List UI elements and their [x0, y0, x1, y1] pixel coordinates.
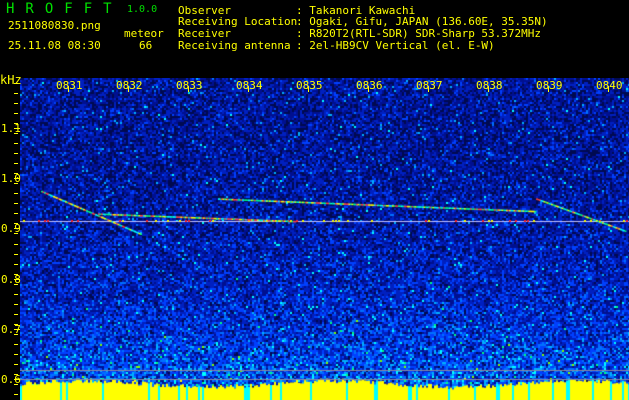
y-minor-tick: [14, 303, 18, 305]
x-tick-label: 0840: [596, 79, 623, 92]
y-minor-tick: [14, 83, 18, 84]
y-minor-tick: [14, 143, 18, 145]
x-tick: [68, 86, 69, 92]
y-minor-tick: [14, 253, 18, 255]
info-value: 2el-HB9CV Vertical (el. E-W): [309, 39, 495, 52]
x-tick: [308, 86, 309, 92]
meteor-count: 66: [139, 39, 153, 52]
x-tick: [488, 86, 489, 92]
x-tick: [428, 86, 429, 92]
x-tick-label: 0832: [116, 79, 143, 92]
y-major-tick: [14, 128, 20, 130]
y-minor-tick: [14, 363, 18, 365]
info-antenna: Receiving antenna: 2el-HB9CV Vertical (e…: [178, 39, 495, 52]
x-tick-label: 0835: [296, 79, 323, 92]
x-tick: [608, 86, 609, 92]
y-minor-tick: [14, 93, 18, 95]
x-tick: [188, 86, 189, 92]
axes: kHz 1.1 1.0 0.9 0.8 0.7 0.6 0831 0832 0833 0834 08…: [0, 70, 629, 400]
y-minor-tick: [14, 103, 18, 105]
y-minor-tick: [14, 163, 18, 165]
y-major-tick: [14, 278, 20, 280]
y-minor-tick: [14, 393, 18, 395]
y-minor-tick: [14, 293, 18, 295]
y-minor-tick: [14, 353, 18, 355]
x-tick-label: 0838: [476, 79, 503, 92]
y-major-tick: [14, 378, 20, 380]
x-tick-label: 0831: [56, 79, 83, 92]
info-key: Receiving antenna: [178, 39, 291, 52]
x-tick-label: 0837: [416, 79, 443, 92]
hrofft-window: HROFFT 1.0.0 2511080830.png 25.11.08 08:…: [0, 0, 629, 400]
y-minor-tick: [14, 113, 18, 115]
y-minor-tick: [14, 213, 18, 215]
x-tick: [128, 86, 129, 92]
y-axis-label: kHz: [0, 73, 22, 87]
y-minor-tick: [14, 263, 18, 265]
y-major-tick: [14, 228, 20, 230]
x-tick-label: 0839: [536, 79, 563, 92]
y-major-tick: [14, 328, 20, 330]
file-name: 2511080830.png: [8, 19, 101, 32]
y-minor-tick: [14, 203, 18, 205]
y-minor-tick: [14, 193, 18, 195]
x-tick-label: 0836: [356, 79, 383, 92]
timestamp: 25.11.08 08:30: [8, 39, 101, 52]
app-logo: HROFFT: [6, 1, 123, 17]
x-tick: [368, 86, 369, 92]
y-minor-tick: [14, 313, 18, 315]
x-tick: [548, 86, 549, 92]
y-major-tick: [14, 178, 20, 180]
y-minor-tick: [14, 153, 18, 155]
x-tick: [248, 86, 249, 92]
x-tick-label: 0833: [176, 79, 203, 92]
app-version: 1.0.0: [127, 4, 158, 15]
y-minor-tick: [14, 343, 18, 345]
y-minor-tick: [14, 243, 18, 245]
x-tick-label: 0834: [236, 79, 263, 92]
